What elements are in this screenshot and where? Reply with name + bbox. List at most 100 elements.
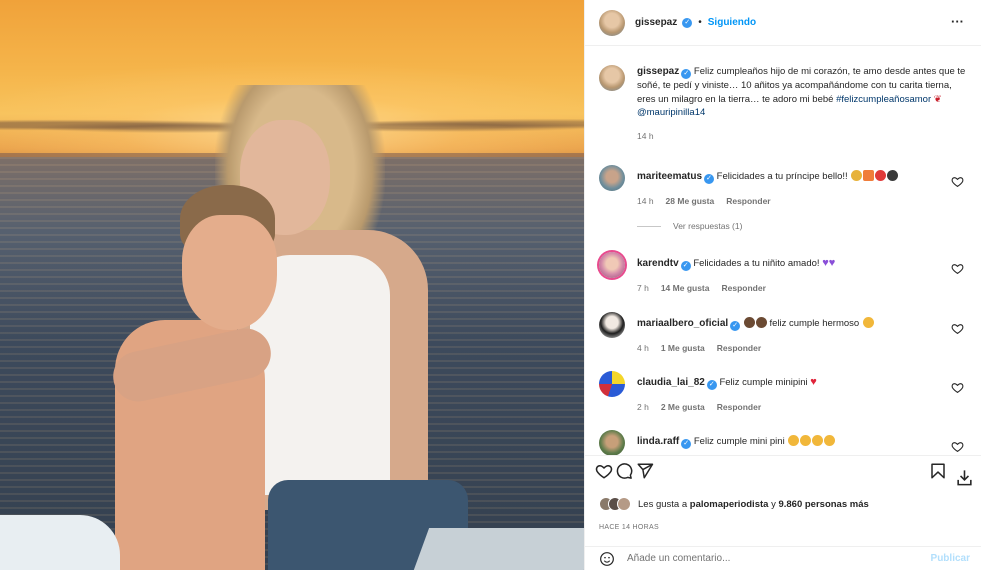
avatar[interactable] [599,9,625,36]
cake-emoji-icon [743,317,755,328]
view-replies-label[interactable]: Ver respuestas (1) [673,221,742,231]
avatar[interactable] [599,430,625,455]
save-bookmark-icon[interactable] [929,462,947,480]
comment-item: mariaalbero_oficial ✓ feliz cumple hermos… [599,312,974,355]
avatar[interactable] [599,65,625,91]
likes-others[interactable]: 9.860 personas más [778,499,868,510]
purple-heart-icon: ♥♥ [822,257,836,269]
post-header: gissepaz ✓ • Siguiendo ··· [585,0,981,46]
verified-badge-icon: ✓ [704,174,715,184]
post-photo[interactable] [0,0,584,570]
comment-username[interactable]: karendtv [637,258,679,269]
caption: gissepaz ✓ Feliz cumpleaños hijo de mi co… [599,65,969,143]
like-comment-heart-icon[interactable] [951,381,964,394]
comment-text: Felicidades a tu príncipe bello!! [716,171,848,182]
balloon-emoji-icon [875,170,887,181]
liker-avatars [599,497,631,511]
more-options-icon[interactable]: ··· [951,14,964,29]
comment-text: Feliz cumple mini pini [693,436,785,447]
comment-username[interactable]: claudia_lai_82 [637,377,705,388]
comment-text: Felicidades a tu niñito amado! [693,258,820,269]
likes-joiner: y [771,498,776,510]
boat-rail [410,528,584,570]
likes-summary[interactable]: Les gusta a palomaperiodista y 9.860 per… [599,497,869,511]
comment-likes[interactable]: 1 Me gusta [661,342,705,355]
reply-button[interactable]: Responder [717,342,761,355]
mention-link[interactable]: @mauripinilla14 [637,107,705,118]
verified-badge-icon: ✓ [730,321,741,331]
comment-input[interactable]: Añade un comentario... [627,553,931,564]
boy-face [182,215,277,330]
avatar[interactable] [599,165,625,191]
liker-username[interactable]: palomaperiodista [690,499,769,510]
likes-prefix: Les gusta a [638,498,688,510]
emoji-smiley-icon[interactable] [599,551,615,567]
red-heart-icon: ♥ [810,376,817,388]
comment-likes[interactable]: 2 Me gusta [661,401,705,414]
view-replies[interactable]: Ver respuestas (1) [637,221,742,231]
post-timestamp[interactable]: HACE 14 HORAS [599,524,659,531]
like-comment-heart-icon[interactable] [951,440,964,453]
party-emoji-icon [851,170,863,181]
comment-time: 14 h [637,196,654,206]
caption-username[interactable]: gissepaz [637,66,679,77]
comment-body: mariaalbero_oficial ✓ feliz cumple hermos… [637,312,937,355]
comment-meta: 4 h 1 Me gusta Responder [637,342,937,355]
comment-item: mariteematus ✓ Felicidades a tu príncipe … [599,165,974,208]
action-bar [585,455,981,491]
reply-button[interactable]: Responder [721,282,765,295]
verified-badge-icon: ✓ [682,17,693,28]
like-comment-heart-icon[interactable] [951,175,964,188]
share-icon[interactable] [636,462,654,480]
username[interactable]: gissepaz [635,17,677,28]
comment-body: mariteematus ✓ Felicidades a tu príncipe … [637,165,937,208]
comments-list[interactable]: gissepaz ✓ Feliz cumpleaños hijo de mi co… [585,47,981,455]
comment-icon[interactable] [615,462,633,480]
avatar[interactable] [599,312,625,338]
heart-eyes-emoji-icon [862,317,874,328]
comment-time: 7 h [637,283,649,293]
party-face-emoji-icon [887,170,899,181]
party-face-emoji-icon [800,435,812,446]
following-button[interactable]: Siguiendo [708,17,756,28]
post-side-panel: gissepaz ✓ • Siguiendo ··· gissepaz ✓ Fel… [584,0,981,570]
comment-username[interactable]: mariteematus [637,171,702,182]
comment-body: claudia_lai_82 ✓ Feliz cumple minipini ♥ … [637,371,937,414]
like-comment-heart-icon[interactable] [951,322,964,335]
reply-button[interactable]: Responder [717,401,761,414]
avatar[interactable] [599,252,625,278]
comment-meta: 2 h 2 Me gusta Responder [637,401,937,414]
party-face-emoji-icon [788,435,800,446]
cake-emoji-icon [755,317,767,328]
header-user: gissepaz ✓ • Siguiendo [635,17,756,28]
party-face-emoji-icon [824,435,836,446]
comment-username[interactable]: mariaalbero_oficial [637,318,728,329]
comment-time: 2 h [637,402,649,412]
hashtag-link[interactable]: #felizcumpleañosamor [836,94,931,105]
verified-badge-icon: ✓ [706,380,717,390]
add-comment-bar: Añade un comentario... Publicar [585,546,981,570]
like-comment-heart-icon[interactable] [951,262,964,275]
reply-button[interactable]: Responder [726,195,770,208]
comment-item: linda.raff ✓ Feliz cumple mini pini [599,430,974,455]
caption-body: gissepaz ✓ Feliz cumpleaños hijo de mi co… [637,65,967,143]
verified-badge-icon: ✓ [680,261,691,271]
caption-time: 14 h [637,130,654,141]
verified-badge-icon: ✓ [681,439,692,449]
comment-body: linda.raff ✓ Feliz cumple mini pini [637,430,937,455]
comment-item: karendtv ✓ Felicidades a tu niñito amado!… [599,252,974,295]
party-face-emoji-icon [812,435,824,446]
heart-icon[interactable] [595,462,613,480]
verified-badge-icon: ✓ [681,69,692,79]
comment-text: feliz cumple hermoso [769,318,860,329]
comment-meta: 7 h 14 Me gusta Responder [637,282,937,295]
avatar[interactable] [599,371,625,397]
liker-avatar [617,497,631,511]
comment-time: 4 h [637,343,649,353]
comment-body: karendtv ✓ Felicidades a tu niñito amado!… [637,252,937,295]
comment-likes[interactable]: 14 Me gusta [661,282,710,295]
comment-likes[interactable]: 28 Me gusta [666,195,715,208]
comment-username[interactable]: linda.raff [637,436,679,447]
download-icon[interactable] [955,468,974,487]
publish-button[interactable]: Publicar [931,553,970,564]
